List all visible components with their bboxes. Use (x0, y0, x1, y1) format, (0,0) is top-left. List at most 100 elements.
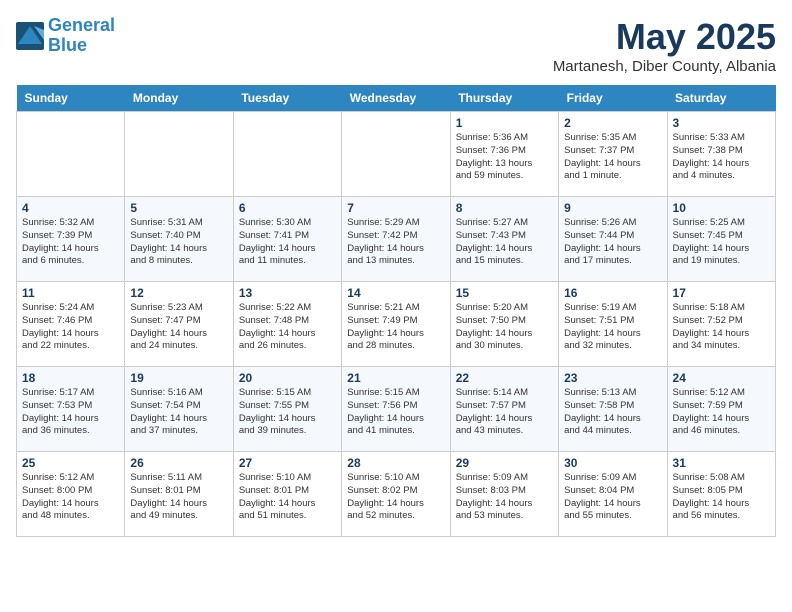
day-info: Sunrise: 5:18 AMSunset: 7:52 PMDaylight:… (673, 302, 770, 353)
location-title: Martanesh, Diber County, Albania (553, 58, 776, 75)
day-cell: 2 Sunrise: 5:35 AMSunset: 7:37 PMDaylight… (559, 112, 667, 197)
day-number: 27 (239, 456, 336, 470)
day-number: 19 (130, 371, 227, 385)
day-info: Sunrise: 5:23 AMSunset: 7:47 PMDaylight:… (130, 302, 227, 353)
day-cell (125, 112, 233, 197)
day-cell: 25 Sunrise: 5:12 AMSunset: 8:00 PMDayligh… (17, 452, 125, 537)
day-info: Sunrise: 5:15 AMSunset: 7:56 PMDaylight:… (347, 387, 444, 438)
weekday-header-friday: Friday (559, 85, 667, 112)
day-number: 1 (456, 116, 553, 130)
logo-text: General Blue (48, 16, 115, 56)
day-cell: 14 Sunrise: 5:21 AMSunset: 7:49 PMDayligh… (342, 282, 450, 367)
day-number: 9 (564, 201, 661, 215)
week-row-2: 4 Sunrise: 5:32 AMSunset: 7:39 PMDaylight… (17, 197, 776, 282)
day-cell: 29 Sunrise: 5:09 AMSunset: 8:03 PMDayligh… (450, 452, 558, 537)
day-info: Sunrise: 5:29 AMSunset: 7:42 PMDaylight:… (347, 217, 444, 268)
day-info: Sunrise: 5:20 AMSunset: 7:50 PMDaylight:… (456, 302, 553, 353)
day-cell: 22 Sunrise: 5:14 AMSunset: 7:57 PMDayligh… (450, 367, 558, 452)
week-row-3: 11Sunrise: 5:24 AMSunset: 7:46 PMDayligh… (17, 282, 776, 367)
day-number: 5 (130, 201, 227, 215)
day-number: 29 (456, 456, 553, 470)
day-info: Sunrise: 5:22 AMSunset: 7:48 PMDaylight:… (239, 302, 336, 353)
day-info: Sunrise: 5:21 AMSunset: 7:49 PMDaylight:… (347, 302, 444, 353)
day-info: Sunrise: 5:13 AMSunset: 7:58 PMDaylight:… (564, 387, 661, 438)
day-number: 4 (22, 201, 119, 215)
day-number: 31 (673, 456, 770, 470)
weekday-header-sunday: Sunday (17, 85, 125, 112)
day-info: Sunrise: 5:32 AMSunset: 7:39 PMDaylight:… (22, 217, 119, 268)
day-number: 21 (347, 371, 444, 385)
day-cell: 6 Sunrise: 5:30 AMSunset: 7:41 PMDaylight… (233, 197, 341, 282)
weekday-header-saturday: Saturday (667, 85, 775, 112)
day-cell: 7 Sunrise: 5:29 AMSunset: 7:42 PMDaylight… (342, 197, 450, 282)
weekday-header-tuesday: Tuesday (233, 85, 341, 112)
day-number: 12 (130, 286, 227, 300)
day-info: Sunrise: 5:09 AMSunset: 8:03 PMDaylight:… (456, 472, 553, 523)
day-cell: 1Sunrise: 5:36 AMSunset: 7:36 PMDaylight… (450, 112, 558, 197)
day-cell (342, 112, 450, 197)
weekday-header-monday: Monday (125, 85, 233, 112)
day-number: 16 (564, 286, 661, 300)
calendar-table: SundayMondayTuesdayWednesdayThursdayFrid… (16, 85, 776, 537)
day-number: 26 (130, 456, 227, 470)
day-cell: 18Sunrise: 5:17 AMSunset: 7:53 PMDayligh… (17, 367, 125, 452)
day-cell: 26 Sunrise: 5:11 AMSunset: 8:01 PMDayligh… (125, 452, 233, 537)
day-cell: 16 Sunrise: 5:19 AMSunset: 7:51 PMDayligh… (559, 282, 667, 367)
day-info: Sunrise: 5:19 AMSunset: 7:51 PMDaylight:… (564, 302, 661, 353)
day-info: Sunrise: 5:10 AMSunset: 8:01 PMDaylight:… (239, 472, 336, 523)
logo: General Blue (16, 16, 115, 56)
week-row-1: 1Sunrise: 5:36 AMSunset: 7:36 PMDaylight… (17, 112, 776, 197)
day-info: Sunrise: 5:12 AMSunset: 8:00 PMDaylight:… (22, 472, 119, 523)
weekday-header-row: SundayMondayTuesdayWednesdayThursdayFrid… (17, 85, 776, 112)
day-number: 14 (347, 286, 444, 300)
day-cell: 30 Sunrise: 5:09 AMSunset: 8:04 PMDayligh… (559, 452, 667, 537)
title-section: May 2025 Martanesh, Diber County, Albani… (553, 16, 776, 75)
day-cell: 10Sunrise: 5:25 AMSunset: 7:45 PMDayligh… (667, 197, 775, 282)
day-info: Sunrise: 5:33 AMSunset: 7:38 PMDaylight:… (673, 132, 770, 183)
day-number: 8 (456, 201, 553, 215)
week-row-5: 25 Sunrise: 5:12 AMSunset: 8:00 PMDayligh… (17, 452, 776, 537)
day-number: 3 (673, 116, 770, 130)
day-info: Sunrise: 5:12 AMSunset: 7:59 PMDaylight:… (673, 387, 770, 438)
day-number: 20 (239, 371, 336, 385)
day-number: 7 (347, 201, 444, 215)
day-number: 6 (239, 201, 336, 215)
day-info: Sunrise: 5:08 AMSunset: 8:05 PMDaylight:… (673, 472, 770, 523)
day-cell: 17 Sunrise: 5:18 AMSunset: 7:52 PMDayligh… (667, 282, 775, 367)
day-cell: 8 Sunrise: 5:27 AMSunset: 7:43 PMDaylight… (450, 197, 558, 282)
day-cell: 11Sunrise: 5:24 AMSunset: 7:46 PMDayligh… (17, 282, 125, 367)
day-number: 10 (673, 201, 770, 215)
day-number: 28 (347, 456, 444, 470)
day-info: Sunrise: 5:35 AMSunset: 7:37 PMDaylight:… (564, 132, 661, 183)
day-cell: 20 Sunrise: 5:15 AMSunset: 7:55 PMDayligh… (233, 367, 341, 452)
logo-icon (16, 22, 44, 50)
day-cell: 9 Sunrise: 5:26 AMSunset: 7:44 PMDaylight… (559, 197, 667, 282)
month-title: May 2025 (553, 16, 776, 58)
day-info: Sunrise: 5:30 AMSunset: 7:41 PMDaylight:… (239, 217, 336, 268)
day-info: Sunrise: 5:15 AMSunset: 7:55 PMDaylight:… (239, 387, 336, 438)
day-number: 11 (22, 286, 119, 300)
day-cell: 21 Sunrise: 5:15 AMSunset: 7:56 PMDayligh… (342, 367, 450, 452)
day-number: 2 (564, 116, 661, 130)
day-number: 25 (22, 456, 119, 470)
day-info: Sunrise: 5:27 AMSunset: 7:43 PMDaylight:… (456, 217, 553, 268)
day-info: Sunrise: 5:14 AMSunset: 7:57 PMDaylight:… (456, 387, 553, 438)
week-row-4: 18Sunrise: 5:17 AMSunset: 7:53 PMDayligh… (17, 367, 776, 452)
day-cell: 27 Sunrise: 5:10 AMSunset: 8:01 PMDayligh… (233, 452, 341, 537)
day-info: Sunrise: 5:11 AMSunset: 8:01 PMDaylight:… (130, 472, 227, 523)
day-cell: 3 Sunrise: 5:33 AMSunset: 7:38 PMDaylight… (667, 112, 775, 197)
day-number: 17 (673, 286, 770, 300)
day-number: 22 (456, 371, 553, 385)
day-info: Sunrise: 5:17 AMSunset: 7:53 PMDaylight:… (22, 387, 119, 438)
weekday-header-wednesday: Wednesday (342, 85, 450, 112)
day-cell: 5Sunrise: 5:31 AMSunset: 7:40 PMDaylight… (125, 197, 233, 282)
day-cell: 12 Sunrise: 5:23 AMSunset: 7:47 PMDayligh… (125, 282, 233, 367)
day-number: 23 (564, 371, 661, 385)
day-number: 15 (456, 286, 553, 300)
day-number: 30 (564, 456, 661, 470)
day-info: Sunrise: 5:09 AMSunset: 8:04 PMDaylight:… (564, 472, 661, 523)
day-info: Sunrise: 5:26 AMSunset: 7:44 PMDaylight:… (564, 217, 661, 268)
day-cell (17, 112, 125, 197)
day-info: Sunrise: 5:16 AMSunset: 7:54 PMDaylight:… (130, 387, 227, 438)
day-cell: 4 Sunrise: 5:32 AMSunset: 7:39 PMDaylight… (17, 197, 125, 282)
